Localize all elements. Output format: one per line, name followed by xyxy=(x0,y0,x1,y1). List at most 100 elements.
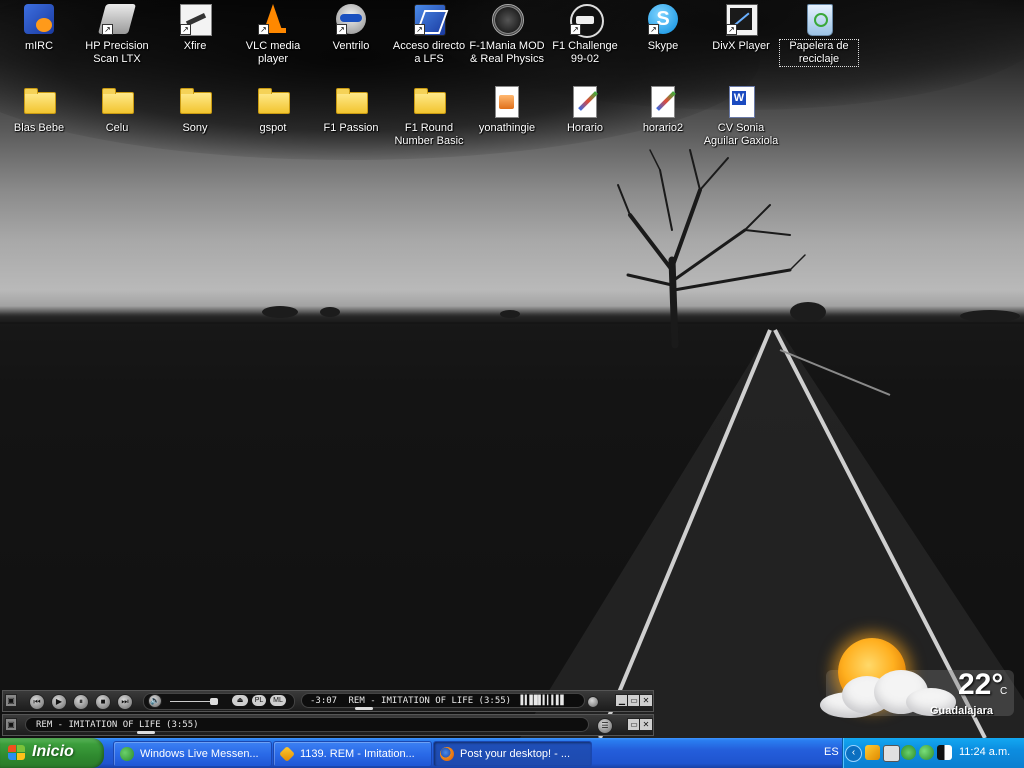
winamp-option-button[interactable] xyxy=(587,696,599,708)
weather-gadget[interactable]: 22° C Guadalajara xyxy=(818,630,1018,730)
play-button[interactable]: ▶ xyxy=(51,694,67,710)
folder-icon xyxy=(336,88,368,114)
shortcut-arrow-icon: ↗ xyxy=(414,24,425,35)
desktop-icon-recycle-bin[interactable]: Papelera de reciclaje xyxy=(779,2,859,74)
cpu-meter-icon[interactable] xyxy=(883,745,900,762)
desktop-icon-folder-sony[interactable]: Sony xyxy=(156,84,234,156)
taskbar-item-winamp[interactable]: 1139. REM - Imitation... xyxy=(273,741,432,767)
taskbar-item-messenger[interactable]: Windows Live Messen... xyxy=(113,741,272,767)
desktop-icon-label: F1 Passion xyxy=(323,122,379,134)
messenger-tray-icon[interactable] xyxy=(919,745,934,760)
taskbar-clock[interactable]: 11:24 a.m. xyxy=(959,746,1010,758)
previous-track-button[interactable]: ⏮ xyxy=(29,694,45,710)
playlist-toggle-button[interactable]: PL xyxy=(252,695,266,706)
desktop-icon-folder-f1-round-number[interactable]: F1 Round Number Basic xyxy=(390,84,468,156)
seek-bar-thumb[interactable] xyxy=(355,707,373,710)
close-button[interactable]: ✕ xyxy=(639,694,653,707)
system-tray: ‹ 11:24 a.m. xyxy=(842,738,1024,768)
desktop-icon-label: Skype xyxy=(647,40,679,52)
visualizer-icon: ▌▍▋▊▌▍▎▍▌▋ xyxy=(520,696,566,706)
windows-flag-icon xyxy=(8,745,26,761)
start-label: Inicio xyxy=(32,743,74,760)
desktop-icon-f1mania[interactable]: F-1Mania MOD & Real Physics xyxy=(468,2,546,74)
playlist-menu-button[interactable]: ☰ xyxy=(597,718,613,734)
mirc-icon xyxy=(24,4,54,34)
desktop-icon-folder-f1-passion[interactable]: F1 Passion xyxy=(312,84,390,156)
desktop-icon-hp-precision-scan[interactable]: ↗ HP Precision Scan LTX xyxy=(78,2,156,74)
folder-icon xyxy=(258,88,290,114)
desktop-icon-label: Acceso directo a LFS xyxy=(392,40,466,65)
folder-icon xyxy=(180,88,212,114)
desktop-icon-label: F-1Mania MOD & Real Physics xyxy=(469,40,545,65)
playlist-close-button[interactable]: ✕ xyxy=(639,718,653,731)
playlist-menu-icon[interactable]: ▣ xyxy=(5,718,17,731)
desktop-icon-label: VLC media player xyxy=(245,40,301,65)
weather-unit: C xyxy=(1000,686,1008,697)
network-status-icon[interactable] xyxy=(901,745,916,760)
desktop-icon-label: Horario xyxy=(566,122,604,134)
desktop-icon-yonathingie[interactable]: yonathingie xyxy=(468,84,546,156)
media-library-toggle-button[interactable]: ML xyxy=(270,695,286,706)
shortcut-arrow-icon: ↗ xyxy=(336,24,347,35)
messenger-icon xyxy=(120,747,134,761)
winamp-menu-icon[interactable]: ▣ xyxy=(5,694,17,707)
folder-icon xyxy=(24,88,56,114)
winamp-tray-icon[interactable] xyxy=(865,745,880,760)
taskbar-item-label: 1139. REM - Imitation... xyxy=(300,748,415,760)
next-track-button[interactable]: ⏭ xyxy=(117,694,133,710)
desktop-icon-folder-gspot[interactable]: gspot xyxy=(234,84,312,156)
start-button[interactable]: Inicio xyxy=(0,738,104,768)
f1mania-icon xyxy=(492,4,524,36)
word-document-icon: W xyxy=(729,86,755,118)
firefox-icon xyxy=(440,747,454,761)
show-hidden-icons-chevron-icon[interactable]: ‹ xyxy=(845,745,862,762)
desktop-icon-skype[interactable]: S ↗ Skype xyxy=(624,2,702,74)
playlist-scroll-thumb[interactable] xyxy=(137,731,155,734)
desktop-icon-folder-blas-bebe[interactable]: Blas Bebe xyxy=(0,84,78,156)
winamp-main-bar[interactable]: ▣ ⏮ ▶ ⏸ ■ ⏭ 🔈 ⏏ PL ML -3:07 REM - IMITAT… xyxy=(2,690,654,712)
taskbar-item-label: Post your desktop! - ... xyxy=(460,748,571,760)
desktop-icon-horario[interactable]: Horario xyxy=(546,84,624,156)
desktop-icon-mirc[interactable]: mIRC xyxy=(0,2,78,74)
desktop-icon-label: Blas Bebe xyxy=(13,122,65,134)
folder-icon xyxy=(414,88,446,114)
desktop-icon-horario2[interactable]: horario2 xyxy=(624,84,702,156)
language-indicator[interactable]: ES xyxy=(824,746,839,758)
winamp-track-title: REM - IMITATION OF LIFE (3:55) xyxy=(348,696,512,706)
desktop-icon-ventrilo[interactable]: ↗ Ventrilo xyxy=(312,2,390,74)
desktop-icon-label: mIRC xyxy=(24,40,54,52)
winamp-volume-panel: 🔈 ⏏ PL ML xyxy=(143,693,295,710)
desktop-icon-cv-sonia[interactable]: W CV Sonia Aguilar Gaxiola xyxy=(702,84,780,156)
desktop-icon-label: F1 Round Number Basic xyxy=(394,122,464,147)
desktop-icon-f1-challenge[interactable]: ↗ F1 Challenge 99-02 xyxy=(546,2,624,74)
desktop-icon-folder-celu[interactable]: Celu xyxy=(78,84,156,156)
weather-city: Guadalajara xyxy=(930,705,993,717)
desktop-icon-label: Celu xyxy=(105,122,129,134)
display-settings-icon[interactable] xyxy=(937,745,952,760)
shortcut-arrow-icon: ↗ xyxy=(258,24,269,35)
paint-brush-icon xyxy=(651,86,676,118)
desktop-icon-label: HP Precision Scan LTX xyxy=(85,40,149,65)
stop-button[interactable]: ■ xyxy=(95,694,111,710)
desktop-icon-divx[interactable]: ↗ DivX Player xyxy=(702,2,780,74)
folder-icon xyxy=(102,88,134,114)
desktop-icon-label: CV Sonia Aguilar Gaxiola xyxy=(703,122,779,147)
volume-slider-thumb[interactable] xyxy=(210,698,218,705)
eject-button[interactable]: ⏏ xyxy=(232,695,248,706)
desktop-icon-label: yonathingie xyxy=(478,122,536,134)
desktop-icon-xfire[interactable]: ↗ Xfire xyxy=(156,2,234,74)
paint-brush-icon xyxy=(573,86,598,118)
winamp-track-display: -3:07 REM - IMITATION OF LIFE (3:55) ▌▍▋… xyxy=(301,693,585,708)
winamp-playlist-bar[interactable]: ▣ REM - IMITATION OF LIFE (3:55) ☰ ▭ ✕ xyxy=(2,714,654,736)
taskbar-item-firefox[interactable]: Post your desktop! - ... xyxy=(433,741,592,767)
desktop-icon-lfs[interactable]: ↗ Acceso directo a LFS xyxy=(390,2,468,74)
desktop-icon-label: DivX Player xyxy=(712,40,770,52)
desktop-icon-label: gspot xyxy=(259,122,287,134)
shortcut-arrow-icon: ↗ xyxy=(180,24,191,35)
desktop-icon-label: F1 Challenge 99-02 xyxy=(552,40,618,65)
desktop-icon-vlc[interactable]: ↗ VLC media player xyxy=(234,2,312,74)
pause-button[interactable]: ⏸ xyxy=(73,694,89,710)
taskbar-item-label: Windows Live Messen... xyxy=(140,748,259,760)
volume-icon[interactable]: 🔈 xyxy=(148,694,162,708)
winamp-time: -3:07 xyxy=(310,696,338,706)
